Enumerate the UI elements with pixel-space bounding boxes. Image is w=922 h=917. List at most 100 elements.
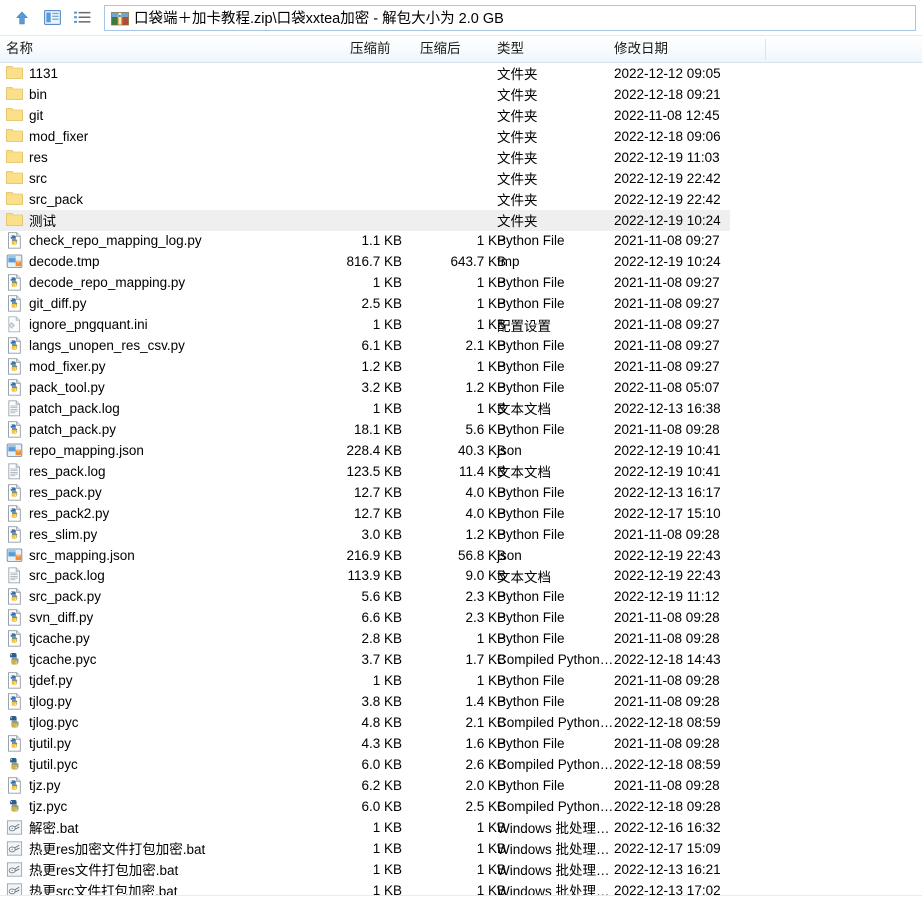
column-header-name[interactable]: 名称 (6, 36, 33, 62)
column-header-type[interactable]: 类型 (497, 36, 524, 62)
file-row[interactable]: repo_mapping.json 228.4 KB 40.3 KB json 2022… (0, 440, 922, 461)
file-name-cell[interactable]: tjdef.py (6, 670, 73, 691)
file-name-cell[interactable]: patch_pack.log (6, 398, 120, 419)
file-name-cell[interactable]: mod_fixer (6, 126, 88, 147)
file-name-cell[interactable]: git_diff.py (6, 293, 87, 314)
file-row[interactable]: tjdef.py 1 KB 1 KB Python File 2021-11-08 09… (0, 670, 922, 691)
column-header-packed-before[interactable]: 压缩前 (350, 36, 391, 62)
file-name-cell[interactable]: langs_unopen_res_csv.py (6, 335, 185, 356)
file-name-cell[interactable]: tjz.pyc (6, 796, 67, 817)
file-row[interactable]: tjlog.pyc 4.8 KB 2.1 KB Compiled Python… 202… (0, 712, 922, 733)
file-name-cell[interactable]: src_mapping.json (6, 545, 135, 566)
file-name-cell[interactable]: tjutil.pyc (6, 754, 78, 775)
file-name-cell[interactable]: tjz.py (6, 775, 61, 796)
file-name-cell[interactable]: 热更src文件打包加密.bat (6, 880, 178, 895)
view-pane-button[interactable] (38, 5, 66, 31)
file-row[interactable]: ignore_pngquant.ini 1 KB 1 KB 配置设置 2021-11-0… (0, 314, 922, 335)
file-row[interactable]: decode.tmp 816.7 KB 643.7 KB tmp 2022-12-19 … (0, 251, 922, 272)
file-name-cell[interactable]: decode.tmp (6, 251, 100, 272)
file-row[interactable]: patch_pack.py 18.1 KB 5.6 KB Python File 202… (0, 419, 922, 440)
file-name-cell[interactable]: src_pack.py (6, 586, 101, 607)
file-name-cell[interactable]: 热更res文件打包加密.bat (6, 859, 178, 880)
file-row[interactable]: tjlog.py 3.8 KB 1.4 KB Python File 2021-11-0… (0, 691, 922, 712)
file-name-cell[interactable]: src (6, 168, 47, 189)
file-name-cell[interactable]: tjlog.pyc (6, 712, 79, 733)
file-name-cell[interactable]: tjcache.pyc (6, 649, 97, 670)
file-list[interactable]: 1131 文件夹 2022-12-12 09:05 bin 文件夹 2022-12-18 … (0, 63, 922, 895)
file-name-cell[interactable]: 测试 (6, 210, 56, 231)
list-view-button[interactable] (68, 5, 96, 31)
file-name-cell[interactable]: git (6, 105, 43, 126)
file-name-cell[interactable]: mod_fixer.py (6, 356, 106, 377)
file-row[interactable]: 热更src文件打包加密.bat 1 KB 1 KB Windows 批处理… 2022-… (0, 880, 922, 895)
file-type-cell: Python File (497, 735, 565, 751)
file-row[interactable]: src_mapping.json 216.9 KB 56.8 KB json 2022-… (0, 545, 922, 566)
file-name-cell[interactable]: res_slim.py (6, 524, 97, 545)
file-row[interactable]: tjz.py 6.2 KB 2.0 KB Python File 2021-11-08 … (0, 775, 922, 796)
file-type-cell: Windows 批处理… (497, 863, 610, 879)
file-row[interactable]: pack_tool.py 3.2 KB 1.2 KB Python File 2022-… (0, 377, 922, 398)
file-row[interactable]: svn_diff.py 6.6 KB 2.3 KB Python File 2021-1… (0, 607, 922, 628)
file-name-cell[interactable]: res (6, 147, 48, 168)
packed-after-cell (404, 105, 506, 126)
address-bar[interactable]: 口袋端＋加卡教程.zip\口袋xxtea加密 - 解包大小为 2.0 GB (104, 4, 916, 31)
file-row[interactable]: 解密.bat 1 KB 1 KB Windows 批处理… 2022-12-16 16:… (0, 817, 922, 838)
bat-file-icon (6, 861, 23, 878)
python-file-icon (6, 672, 23, 689)
file-name-cell[interactable]: src_pack.log (6, 566, 105, 587)
file-row[interactable]: res 文件夹 2022-12-19 11:03 (0, 147, 922, 168)
file-name-cell[interactable]: res_pack.log (6, 461, 106, 482)
file-name-cell[interactable]: svn_diff.py (6, 607, 93, 628)
file-name-cell[interactable]: 解密.bat (6, 817, 79, 838)
python-file-icon (6, 295, 23, 312)
file-row[interactable]: src_pack 文件夹 2022-12-19 22:42 (0, 189, 922, 210)
column-header-date[interactable]: 修改日期 (614, 36, 668, 62)
file-row[interactable]: tjcache.py 2.8 KB 1 KB Python File 2021-11-0… (0, 628, 922, 649)
file-row[interactable]: res_pack.py 12.7 KB 4.0 KB Python File 2022-… (0, 482, 922, 503)
file-row[interactable]: 热更res加密文件打包加密.bat 1 KB 1 KB Windows 批处理… 202… (0, 838, 922, 859)
file-row[interactable]: git 文件夹 2022-11-08 12:45 (0, 105, 922, 126)
file-name-cell[interactable]: bin (6, 84, 47, 105)
file-row[interactable]: tjutil.pyc 6.0 KB 2.6 KB Compiled Python… 20… (0, 754, 922, 775)
file-row[interactable]: src_pack.log 113.9 KB 9.0 KB 文本文档 2022-12-19… (0, 566, 922, 587)
file-name-cell[interactable]: 1131 (6, 63, 58, 84)
file-row[interactable]: res_slim.py 3.0 KB 1.2 KB Python File 2021-1… (0, 524, 922, 545)
file-row[interactable]: tjutil.py 4.3 KB 1.6 KB Python File 2021-11-… (0, 733, 922, 754)
file-name-cell[interactable]: res_pack2.py (6, 503, 109, 524)
up-one-level-button[interactable] (8, 5, 36, 31)
file-name-cell[interactable]: tjcache.py (6, 628, 90, 649)
column-divider[interactable] (765, 39, 766, 60)
file-name-cell[interactable]: repo_mapping.json (6, 440, 144, 461)
file-row[interactable]: patch_pack.log 1 KB 1 KB 文本文档 2022-12-13 16:… (0, 398, 922, 419)
file-row[interactable]: bin 文件夹 2022-12-18 09:21 (0, 84, 922, 105)
file-name-cell[interactable]: patch_pack.py (6, 419, 116, 440)
file-name-cell[interactable]: src_pack (6, 189, 83, 210)
file-row[interactable]: res_pack2.py 12.7 KB 4.0 KB Python File 2022… (0, 503, 922, 524)
file-name-cell[interactable]: decode_repo_mapping.py (6, 272, 185, 293)
file-row[interactable]: check_repo_mapping_log.py 1.1 KB 1 KB Pytho… (0, 231, 922, 252)
file-row[interactable]: mod_fixer.py 1.2 KB 1 KB Python File 2021-11… (0, 356, 922, 377)
file-row[interactable]: mod_fixer 文件夹 2022-12-18 09:06 (0, 126, 922, 147)
file-name-label: 解密.bat (29, 821, 79, 837)
file-row[interactable]: tjcache.pyc 3.7 KB 1.7 KB Compiled Python… 2… (0, 649, 922, 670)
file-row[interactable]: tjz.pyc 6.0 KB 2.5 KB Compiled Python… 2022-… (0, 796, 922, 817)
file-row[interactable]: langs_unopen_res_csv.py 6.1 KB 2.1 KB Pytho… (0, 335, 922, 356)
file-name-cell[interactable]: check_repo_mapping_log.py (6, 231, 202, 252)
column-header-packed-after[interactable]: 压缩后 (420, 36, 461, 62)
file-row[interactable]: src 文件夹 2022-12-19 22:42 (0, 168, 922, 189)
file-name-cell[interactable]: pack_tool.py (6, 377, 105, 398)
file-row[interactable]: decode_repo_mapping.py 1 KB 1 KB Python Fil… (0, 272, 922, 293)
file-row[interactable]: src_pack.py 5.6 KB 2.3 KB Python File 2022-1… (0, 586, 922, 607)
packed-before-cell (300, 126, 402, 147)
file-name-cell[interactable]: tjutil.py (6, 733, 71, 754)
python-file-icon (6, 232, 23, 250)
file-name-cell[interactable]: res_pack.py (6, 482, 102, 503)
file-name-cell[interactable]: 热更res加密文件打包加密.bat (6, 838, 205, 859)
file-row[interactable]: git_diff.py 2.5 KB 1 KB Python File 2021-11-… (0, 293, 922, 314)
file-name-cell[interactable]: tjlog.py (6, 691, 72, 712)
file-row[interactable]: 1131 文件夹 2022-12-12 09:05 (0, 63, 922, 84)
file-name-cell[interactable]: ignore_pngquant.ini (6, 314, 148, 335)
file-row[interactable]: 测试 文件夹 2022-12-19 10:24 (0, 209, 922, 231)
file-row[interactable]: res_pack.log 123.5 KB 11.4 KB 文本文档 2022-12-1… (0, 461, 922, 482)
file-row[interactable]: 热更res文件打包加密.bat 1 KB 1 KB Windows 批处理… 2022-… (0, 859, 922, 880)
